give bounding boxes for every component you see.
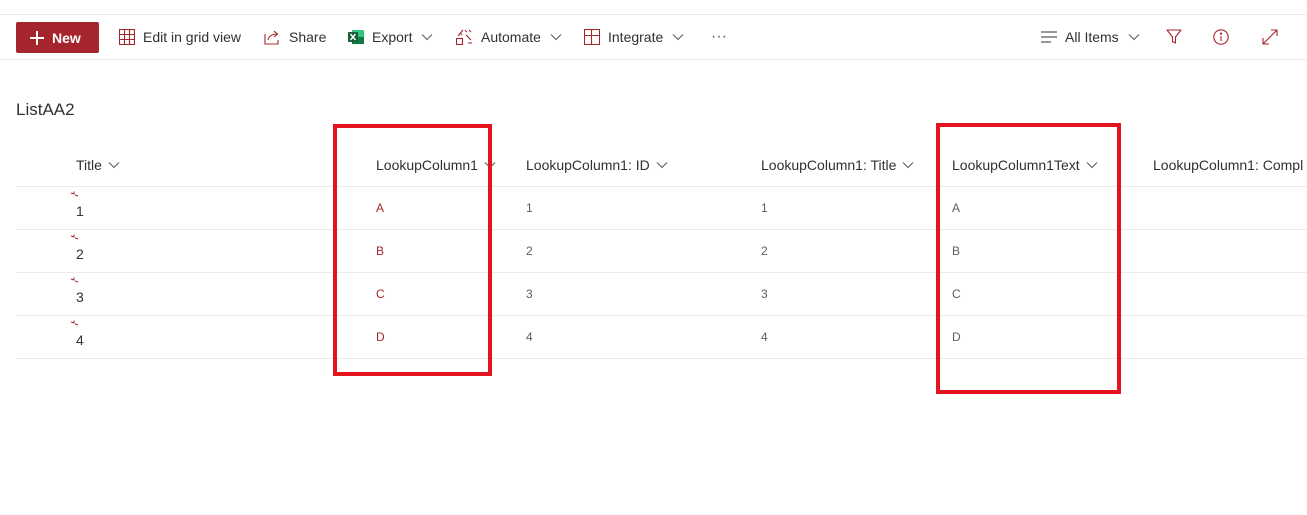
automate-label: Automate bbox=[481, 29, 541, 45]
filter-button[interactable] bbox=[1166, 15, 1182, 59]
automate-button[interactable]: Automate bbox=[456, 15, 562, 59]
column-header-label: LookupColumn1: Compl bbox=[1153, 157, 1304, 173]
export-label: Export bbox=[372, 29, 413, 45]
cell-lookupcolumn1-title-text: 3 bbox=[761, 287, 768, 301]
view-lines-icon bbox=[1041, 31, 1057, 43]
more-options-label: ··· bbox=[711, 28, 727, 45]
plus-icon bbox=[30, 30, 44, 45]
title-wrapper: 2 bbox=[70, 234, 84, 262]
cell-lookupcolumn1-title: 1 bbox=[761, 187, 768, 229]
cell-title[interactable]: 1 bbox=[70, 187, 84, 229]
cell-lookupcolumn1-title: 4 bbox=[761, 316, 768, 358]
expand-icon bbox=[1262, 29, 1278, 45]
column-header-lookupcolumn1-title[interactable]: LookupColumn1: Title bbox=[761, 145, 914, 185]
cell-title-text: 4 bbox=[76, 332, 84, 348]
chevron-down-icon bbox=[903, 162, 914, 169]
cell-title[interactable]: 2 bbox=[70, 230, 84, 272]
integrate-label: Integrate bbox=[608, 29, 664, 45]
share-icon bbox=[264, 30, 279, 45]
column-header-title[interactable]: Title bbox=[76, 145, 120, 185]
cell-title[interactable]: 3 bbox=[70, 273, 84, 315]
list-title: ListAA2 bbox=[16, 100, 75, 119]
column-header-lookupcolumn1-id[interactable]: LookupColumn1: ID bbox=[526, 145, 668, 185]
chevron-down-icon bbox=[656, 162, 668, 169]
new-item-icon bbox=[70, 277, 79, 283]
new-button[interactable]: New bbox=[16, 22, 99, 53]
cell-title-text: 2 bbox=[76, 246, 84, 262]
info-icon bbox=[1213, 29, 1229, 45]
share-button[interactable]: Share bbox=[264, 15, 326, 59]
new-item-icon bbox=[70, 320, 79, 326]
column-header-lookupcolumn1-compl[interactable]: LookupColumn1: Compl bbox=[1153, 145, 1307, 185]
cell-lookupcolumn1-title: 3 bbox=[761, 273, 768, 315]
command-bar: New Edit in grid view Share Export Autom… bbox=[0, 15, 1307, 60]
integrate-icon bbox=[584, 29, 600, 45]
cell-lookupcolumn1-id-text: 4 bbox=[526, 330, 533, 344]
cell-lookupcolumn1-id: 2 bbox=[526, 230, 533, 272]
cell-lookupcolumn1-id: 3 bbox=[526, 273, 533, 315]
column-header-label: LookupColumn1: ID bbox=[526, 157, 650, 173]
cell-lookupcolumn1-title-text: 4 bbox=[761, 330, 768, 344]
cell-title-text: 3 bbox=[76, 289, 84, 305]
info-button[interactable] bbox=[1213, 15, 1229, 59]
cell-lookupcolumn1-title-text: 2 bbox=[761, 244, 768, 258]
excel-icon bbox=[348, 30, 364, 44]
chevron-down-icon bbox=[108, 162, 120, 169]
expand-button[interactable] bbox=[1262, 15, 1278, 59]
edit-grid-view-button[interactable]: Edit in grid view bbox=[119, 15, 241, 59]
title-wrapper: 4 bbox=[70, 320, 84, 348]
title-wrapper: 1 bbox=[70, 191, 84, 219]
integrate-button[interactable]: Integrate bbox=[584, 15, 684, 59]
title-wrapper: 3 bbox=[70, 277, 84, 305]
edit-grid-view-label: Edit in grid view bbox=[143, 29, 242, 45]
new-button-label: New bbox=[52, 29, 81, 46]
cell-lookupcolumn1-title-text: 1 bbox=[761, 201, 768, 215]
cell-lookupcolumn1-id-text: 1 bbox=[526, 201, 533, 215]
export-button[interactable]: Export bbox=[348, 15, 433, 59]
new-item-icon bbox=[70, 191, 79, 197]
share-label: Share bbox=[289, 29, 327, 45]
cell-title[interactable]: 4 bbox=[70, 316, 84, 358]
cell-lookupcolumn1-id: 4 bbox=[526, 316, 533, 358]
cell-lookupcolumn1-id-text: 2 bbox=[526, 244, 533, 258]
cell-lookupcolumn1-title: 2 bbox=[761, 230, 768, 272]
filter-icon bbox=[1166, 29, 1182, 44]
view-selector[interactable]: All Items bbox=[1041, 15, 1140, 59]
column-header-label: LookupColumn1: Title bbox=[761, 157, 897, 173]
column-header-label: Title bbox=[76, 157, 102, 173]
chevron-down-icon bbox=[550, 34, 562, 41]
highlight-box-lookupcolumn1text bbox=[936, 123, 1121, 394]
view-selector-label: All Items bbox=[1065, 29, 1119, 45]
grid-icon bbox=[119, 29, 135, 45]
chevron-down-icon bbox=[672, 34, 684, 41]
cell-title-text: 1 bbox=[76, 203, 84, 219]
chevron-down-icon bbox=[422, 34, 433, 41]
new-item-icon bbox=[70, 234, 79, 240]
chevron-down-icon bbox=[1128, 34, 1140, 41]
automate-icon bbox=[456, 29, 472, 45]
cell-lookupcolumn1-id: 1 bbox=[526, 187, 533, 229]
highlight-box-lookupcolumn1 bbox=[333, 124, 492, 376]
cell-lookupcolumn1-id-text: 3 bbox=[526, 287, 533, 301]
more-options-button[interactable]: ··· bbox=[711, 15, 727, 59]
